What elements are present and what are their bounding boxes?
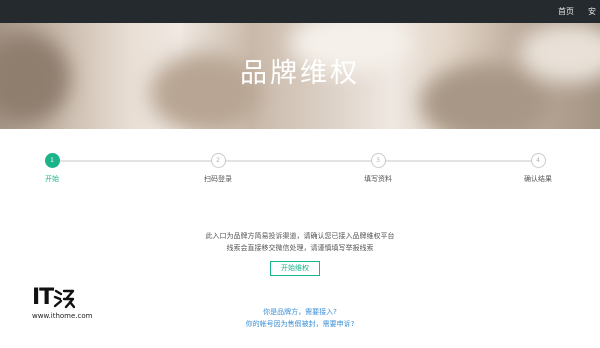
top-bar: 首页 安	[0, 0, 600, 23]
step-confirm-result: 4 确认结果	[488, 153, 588, 184]
intro-line-2: 线索会直接移交微信处理，请谨慎填写举报线索	[226, 244, 374, 252]
ithome-watermark: IT www.ithome.com	[32, 285, 96, 325]
step-fill-info: 3 填写资料	[328, 153, 428, 184]
hero-banner: 品牌维权	[0, 23, 600, 129]
step-label: 扫码登录	[204, 175, 232, 183]
step-number-badge: 3	[370, 153, 386, 168]
step-label: 开始	[45, 175, 59, 183]
step-start: 1 开始	[2, 153, 102, 184]
step-number-badge: 1	[44, 153, 60, 168]
step-label: 确认结果	[524, 175, 552, 183]
nav-security-link[interactable]: 安	[588, 6, 600, 17]
intro-description: 此入口为品牌方简易投诉渠道，请确认您已接入品牌维权平台 线索会直接移交微信处理，…	[150, 230, 450, 254]
ithome-url: www.ithome.com	[32, 312, 93, 320]
step-number-badge: 2	[210, 153, 226, 168]
step-label: 填写资料	[364, 175, 392, 183]
top-nav: 首页 安	[544, 0, 600, 23]
intro-line-1: 此入口为品牌方简易投诉渠道，请确认您已接入品牌维权平台	[205, 232, 395, 240]
nav-home-link[interactable]: 首页	[558, 6, 574, 17]
start-complaint-button[interactable]: 开始维权	[270, 261, 320, 276]
ithome-logo-glyph-icon	[54, 289, 76, 309]
ithome-logo: IT	[32, 285, 96, 309]
page-title: 品牌维权	[240, 58, 360, 89]
progress-stepper-line	[52, 160, 538, 162]
step-number-badge: 4	[530, 153, 546, 168]
step-scan-login: 2 扫码登录	[168, 153, 268, 184]
